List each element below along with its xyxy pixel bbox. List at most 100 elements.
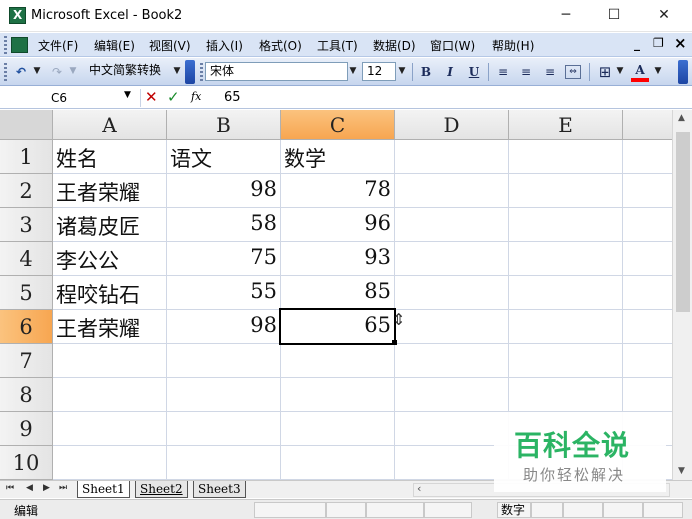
cell-a6[interactable]: 王者荣耀 <box>53 313 166 343</box>
cell-c4[interactable]: 93 <box>281 245 394 269</box>
cell-b5[interactable]: 55 <box>167 279 280 303</box>
maximize-button[interactable]: ☐ <box>604 6 624 24</box>
minimize-button[interactable]: ─ <box>556 6 576 24</box>
undo-dropdown-icon[interactable]: ▼ <box>31 62 43 81</box>
menu-edit[interactable]: 编辑(E) <box>94 37 135 54</box>
row-header-7[interactable]: 7 <box>0 344 53 378</box>
bold-button[interactable]: B <box>417 63 435 81</box>
status-panel <box>424 502 472 518</box>
row-header-5[interactable]: 5 <box>0 276 53 310</box>
prev-sheet-icon[interactable]: ◀ <box>26 483 33 493</box>
last-sheet-icon[interactable]: ⏭ <box>59 483 67 493</box>
workbook-icon[interactable] <box>11 37 28 53</box>
menu-insert[interactable]: 插入(I) <box>206 37 243 54</box>
menu-window[interactable]: 窗口(W) <box>430 37 475 54</box>
row-header-2[interactable]: 2 <box>0 174 53 208</box>
column-header-e[interactable]: E <box>509 110 623 140</box>
workbook-minimize-button[interactable]: _ <box>634 37 640 51</box>
fill-handle[interactable] <box>392 340 397 345</box>
align-right-icon[interactable]: ≡ <box>541 63 559 81</box>
column-header-f[interactable] <box>623 110 672 140</box>
cell-b4[interactable]: 75 <box>167 245 280 269</box>
next-sheet-icon[interactable]: ▶ <box>43 483 50 493</box>
cell-c1[interactable]: 数学 <box>281 143 394 173</box>
close-button[interactable]: ✕ <box>654 6 674 24</box>
cell-b1[interactable]: 语文 <box>167 143 280 173</box>
formatting-toolbar: ↶ ▼ ↷ ▼ 中文简繁转换 ▼ 宋体 ▼ 12 ▼ B I U ≡ ≡ ≡ ⇔… <box>0 58 692 86</box>
align-left-icon[interactable]: ≡ <box>494 63 512 81</box>
underline-button[interactable]: U <box>465 63 483 81</box>
chinese-conversion-button[interactable]: 中文简繁转换 <box>86 62 184 81</box>
row-header-1[interactable]: 1 <box>0 140 53 174</box>
scroll-down-icon[interactable]: ▼ <box>678 466 685 476</box>
font-size-select[interactable]: 12 <box>362 62 396 81</box>
cell-c2[interactable]: 78 <box>281 177 394 201</box>
toolbar-separator <box>412 63 413 81</box>
row-header-4[interactable]: 4 <box>0 242 53 276</box>
menu-file[interactable]: 文件(F) <box>38 37 78 54</box>
cell-b6[interactable]: 98 <box>167 313 280 337</box>
cell-c3[interactable]: 96 <box>281 211 394 235</box>
menu-help[interactable]: 帮助(H) <box>492 37 534 54</box>
menubar-grip[interactable] <box>4 36 7 54</box>
status-panel <box>531 502 563 518</box>
toolbar-overflow-icon-2[interactable] <box>678 60 688 84</box>
insert-function-button[interactable]: fx <box>191 90 201 103</box>
menu-format[interactable]: 格式(O) <box>259 37 302 54</box>
font-color-dropdown-icon[interactable]: ▼ <box>652 62 664 81</box>
watermark-logo: 百科全说 助你轻松解决 <box>494 412 666 492</box>
italic-button[interactable]: I <box>441 63 459 81</box>
merge-center-icon[interactable]: ⇔ <box>565 65 581 79</box>
chinese-conversion-dropdown-icon[interactable]: ▼ <box>171 62 183 81</box>
font-name-dropdown-icon[interactable]: ▼ <box>347 62 359 81</box>
sheet-tab-1[interactable]: Sheet1 <box>77 481 130 498</box>
workbook-close-button[interactable]: × <box>674 34 687 52</box>
font-name-select[interactable]: 宋体 <box>205 62 348 81</box>
menu-data[interactable]: 数据(D) <box>373 37 416 54</box>
select-all-corner[interactable] <box>0 110 53 140</box>
cancel-entry-button[interactable]: ✕ <box>145 88 158 106</box>
font-size-dropdown-icon[interactable]: ▼ <box>396 62 408 81</box>
cell-a5[interactable]: 程咬钻石 <box>53 279 166 309</box>
cell-a3[interactable]: 诸葛皮匠 <box>53 211 166 241</box>
sheet-tab-2[interactable]: Sheet2 <box>135 481 188 498</box>
name-box-dropdown-icon[interactable]: ▼ <box>124 90 131 100</box>
row-header-9[interactable]: 9 <box>0 412 53 446</box>
vertical-scroll-thumb[interactable] <box>676 132 690 312</box>
cell-b2[interactable]: 98 <box>167 177 280 201</box>
enter-button[interactable]: ✓ <box>167 88 180 106</box>
scroll-left-icon[interactable]: ‹ <box>417 482 421 495</box>
menu-tools[interactable]: 工具(T) <box>317 37 358 54</box>
cell-c5[interactable]: 85 <box>281 279 394 303</box>
toolbar-grip-2[interactable] <box>200 63 203 81</box>
column-header-b[interactable]: B <box>167 110 281 140</box>
sheet-tab-3[interactable]: Sheet3 <box>193 481 246 498</box>
row-header-6[interactable]: 6 <box>0 310 53 344</box>
cell-a1[interactable]: 姓名 <box>53 143 166 173</box>
formula-input[interactable]: 65 <box>224 90 241 105</box>
column-header-d[interactable]: D <box>395 110 509 140</box>
first-sheet-icon[interactable]: ⏮ <box>6 483 14 493</box>
row-header-3[interactable]: 3 <box>0 208 53 242</box>
name-box[interactable]: C6 <box>3 89 141 107</box>
column-header-a[interactable]: A <box>53 110 167 140</box>
cell-a4[interactable]: 李公公 <box>53 245 166 275</box>
toolbar-overflow-icon[interactable] <box>185 60 195 84</box>
undo-icon[interactable]: ↶ <box>12 63 30 81</box>
workbook-restore-button[interactable]: ❐ <box>653 36 664 50</box>
vertical-scrollbar[interactable]: ▲ ▼ <box>672 110 692 480</box>
redo-icon[interactable]: ↷ <box>48 63 66 81</box>
align-center-icon[interactable]: ≡ <box>517 63 535 81</box>
redo-dropdown-icon[interactable]: ▼ <box>67 62 79 81</box>
column-header-c[interactable]: C <box>281 110 395 140</box>
cell-b3[interactable]: 58 <box>167 211 280 235</box>
row-header-8[interactable]: 8 <box>0 378 53 412</box>
row-header-10[interactable]: 10 <box>0 446 53 480</box>
borders-icon[interactable]: ⊞ <box>596 63 614 81</box>
borders-dropdown-icon[interactable]: ▼ <box>614 62 626 81</box>
toolbar-grip[interactable] <box>4 63 7 81</box>
cell-a2[interactable]: 王者荣耀 <box>53 177 166 207</box>
scroll-up-icon[interactable]: ▲ <box>678 113 685 123</box>
menu-view[interactable]: 视图(V) <box>149 37 191 54</box>
resize-cursor-icon: ⇕ <box>392 310 406 329</box>
